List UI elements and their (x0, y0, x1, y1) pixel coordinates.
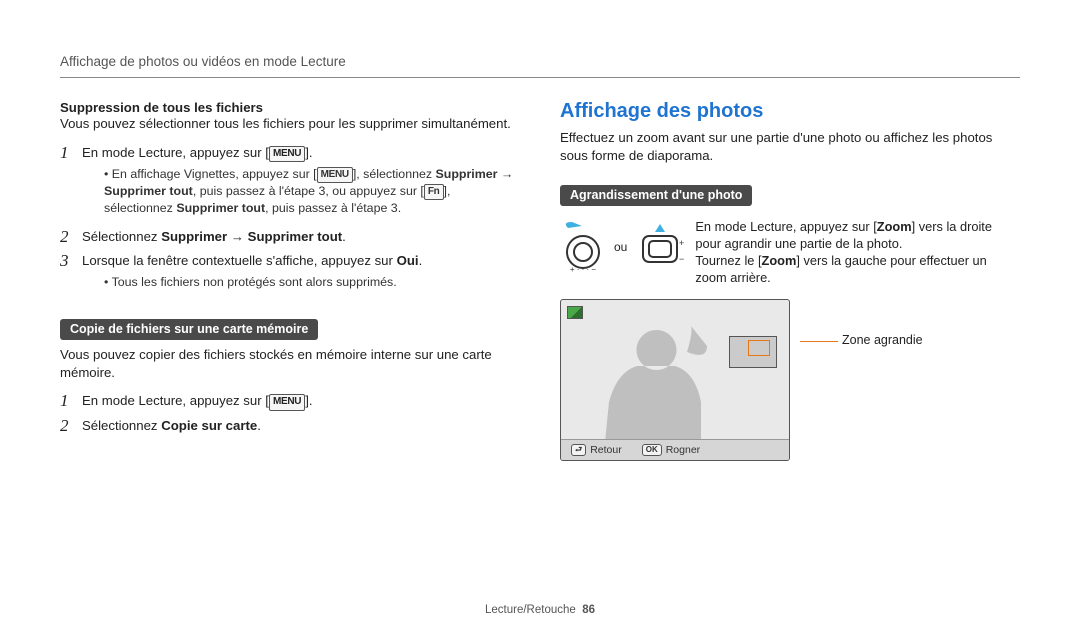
dial-icon: + · · · − (560, 222, 606, 272)
step-text: Sélectionnez (82, 229, 161, 244)
substep-text: ], sélectionnez (353, 167, 436, 181)
svg-text:+ · · · −: + · · · − (570, 265, 597, 272)
zoom-overview-rect (729, 336, 777, 368)
right-column: Affichage des photos Effectuez un zoom a… (560, 100, 1020, 461)
step-text: En mode Lecture, appuyez sur [ (82, 393, 269, 408)
step-number: 1 (60, 143, 74, 223)
bold-text: Oui (397, 253, 419, 268)
step-text: Sélectionnez (82, 418, 161, 433)
section-desc: Effectuez un zoom avant sur une partie d… (560, 129, 1020, 165)
silhouette-graphic (591, 322, 721, 442)
bold-text: Supprimer tout (176, 201, 265, 215)
back-key-icon: ⮐ (571, 444, 586, 456)
zoom-pill-heading: Agrandissement d'une photo (560, 185, 752, 206)
step-text: ]. (305, 145, 312, 160)
fn-icon: Fn (424, 184, 444, 200)
bold-text: Supprimer tout (104, 184, 193, 198)
footer-page-number: 86 (582, 604, 595, 616)
section-title: Affichage des photos (560, 100, 1020, 123)
step-number: 2 (60, 416, 74, 436)
copy-pill-heading: Copie de fichiers sur une carte mémoire (60, 319, 318, 340)
left-column: Suppression de tous les fichiers Vous po… (60, 100, 520, 461)
step-text: En mode Lecture, appuyez sur [ (82, 145, 269, 160)
legend-pointer-line (800, 341, 838, 342)
svg-text:−: − (679, 254, 684, 264)
substep-text: , puis passez à l'étape 3, ou appuyez su… (193, 184, 424, 198)
zoom-desc: En mode Lecture, appuyez sur [ (695, 219, 876, 234)
page-footer: Lecture/Retouche 86 (0, 604, 1080, 616)
arrow-text: → (227, 229, 248, 244)
delete-steps: 1 En mode Lecture, appuyez sur [MENU]. E… (60, 143, 520, 297)
or-text: ou (614, 240, 627, 254)
menu-icon: MENU (269, 146, 305, 163)
step-text: . (257, 418, 261, 433)
preview-screen: ⮐ Retour OK Rogner (560, 299, 790, 461)
step-text: Lorsque la fenêtre contextuelle s'affich… (82, 253, 397, 268)
zoom-desc: Tournez le [ (695, 253, 761, 268)
screen-footer-bar: ⮐ Retour OK Rogner (561, 439, 789, 460)
delete-all-heading: Suppression de tous les fichiers (60, 100, 520, 115)
crop-label: Rogner (666, 444, 700, 456)
step-number: 3 (60, 251, 74, 297)
step-text: . (342, 229, 346, 244)
menu-icon: MENU (317, 167, 353, 183)
copy-desc: Vous pouvez copier des fichiers stockés … (60, 346, 520, 382)
bold-text: Supprimer (436, 167, 498, 181)
ok-key-icon: OK (642, 444, 662, 456)
step-number: 2 (60, 227, 74, 247)
bold-text: Zoom (877, 219, 912, 234)
zoom-highlight-rect (748, 340, 770, 356)
image-icon (567, 306, 583, 319)
bold-text: Copie sur carte (161, 418, 257, 433)
back-label: Retour (590, 444, 622, 456)
substep-text: , puis passez à l'étape 3. (265, 201, 401, 215)
footer-section: Lecture/Retouche (485, 604, 576, 616)
page-header: Affichage de photos ou vidéos en mode Le… (60, 54, 1020, 78)
substep-text: Tous les fichiers non protégés sont alor… (104, 274, 422, 291)
menu-icon: MENU (269, 394, 305, 411)
zoom-lever-icon: + − (635, 222, 685, 272)
copy-steps: 1 En mode Lecture, appuyez sur [MENU]. 2… (60, 391, 520, 436)
bold-text: Supprimer (161, 229, 227, 244)
step-text: ]. (305, 393, 312, 408)
step-number: 1 (60, 391, 74, 411)
step-text: . (419, 253, 423, 268)
delete-all-desc: Vous pouvez sélectionner tous les fichie… (60, 115, 520, 133)
arrow-text: → (497, 167, 513, 181)
substep-text: En affichage Vignettes, appuyez sur [ (112, 167, 317, 181)
svg-text:+: + (679, 238, 684, 248)
legend-label: Zone agrandie (842, 333, 923, 347)
bold-text: Supprimer tout (248, 229, 343, 244)
bold-text: Zoom (762, 253, 797, 268)
